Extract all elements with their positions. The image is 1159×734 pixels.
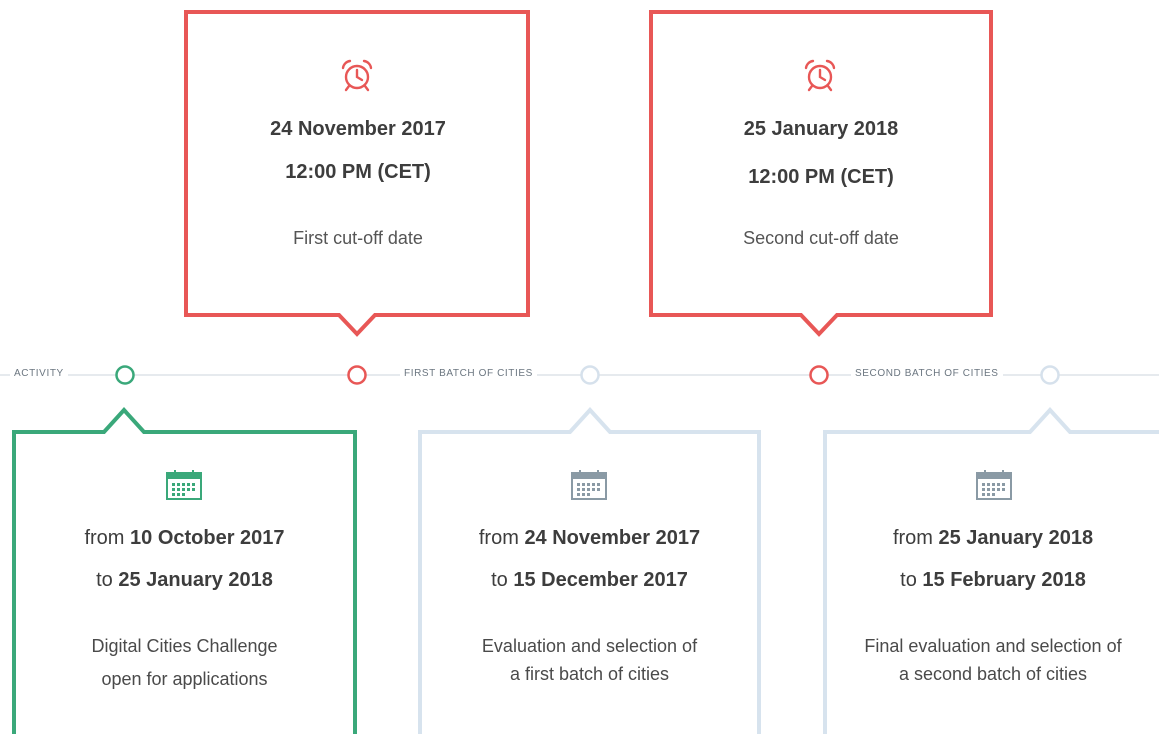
from-word: from: [84, 527, 125, 549]
calendar-icon: [166, 470, 202, 500]
to-date: 25 January 2018: [118, 569, 273, 591]
to-word: to: [96, 569, 113, 591]
phase-3-to: to 15 February 2018: [827, 569, 1159, 592]
phase-3-description-line-1: Final evaluation and selection of: [864, 636, 1122, 656]
from-word: from: [478, 527, 519, 549]
timeline-node-cutoff-1[interactable]: [347, 365, 367, 385]
timeline-node-cutoff-2[interactable]: [809, 365, 829, 385]
phase-2-description-line-1: Evaluation and selection of: [481, 636, 698, 656]
phase-1-description-line-2: open for applications: [101, 669, 268, 689]
to-date: 15 February 2018: [922, 569, 1086, 591]
phase-2-from: from 24 November 2017: [422, 527, 757, 550]
from-date: 25 January 2018: [938, 527, 1094, 549]
timeline-label-second-batch: SECOND BATCH OF CITIES: [851, 367, 1003, 381]
cutoff-1-time: 12:00 PM (CET): [285, 161, 431, 183]
from-word: from: [892, 527, 933, 549]
timeline-label-activity: ACTIVITY: [10, 367, 68, 381]
calendar-icon: [571, 470, 607, 500]
from-date: 10 October 2017: [130, 527, 285, 549]
cutoff-1-description: First cut-off date: [293, 228, 423, 248]
timeline-node-first-batch[interactable]: [580, 365, 600, 385]
phase-1-to: to 25 January 2018: [16, 569, 353, 592]
alarm-clock-icon: [341, 59, 373, 92]
alarm-clock-icon: [804, 59, 836, 92]
from-date: 24 November 2017: [524, 527, 701, 549]
timeline-label-first-batch: FIRST BATCH OF CITIES: [400, 367, 537, 381]
cutoff-2-time: 12:00 PM (CET): [748, 166, 894, 188]
to-word: to: [900, 569, 917, 591]
phase-3-from: from 25 January 2018: [827, 527, 1159, 550]
phase-3-description-line-2: a second batch of cities: [898, 664, 1088, 684]
phase-2-description-line-2: a first batch of cities: [509, 664, 670, 684]
phase-1-from: from 10 October 2017: [16, 527, 353, 550]
phase-2-to: to 15 December 2017: [422, 569, 757, 592]
calendar-icon: [976, 470, 1012, 500]
to-word: to: [491, 569, 508, 591]
phase-1-description-line-1: Digital Cities Challenge: [91, 636, 278, 656]
timeline-node-activity[interactable]: [115, 365, 135, 385]
cutoff-2-description: Second cut-off date: [743, 228, 899, 248]
cutoff-1-date: 24 November 2017: [270, 118, 446, 140]
timeline-node-second-batch[interactable]: [1040, 365, 1060, 385]
to-date: 15 December 2017: [513, 569, 688, 591]
cutoff-2-date: 25 January 2018: [743, 118, 899, 140]
